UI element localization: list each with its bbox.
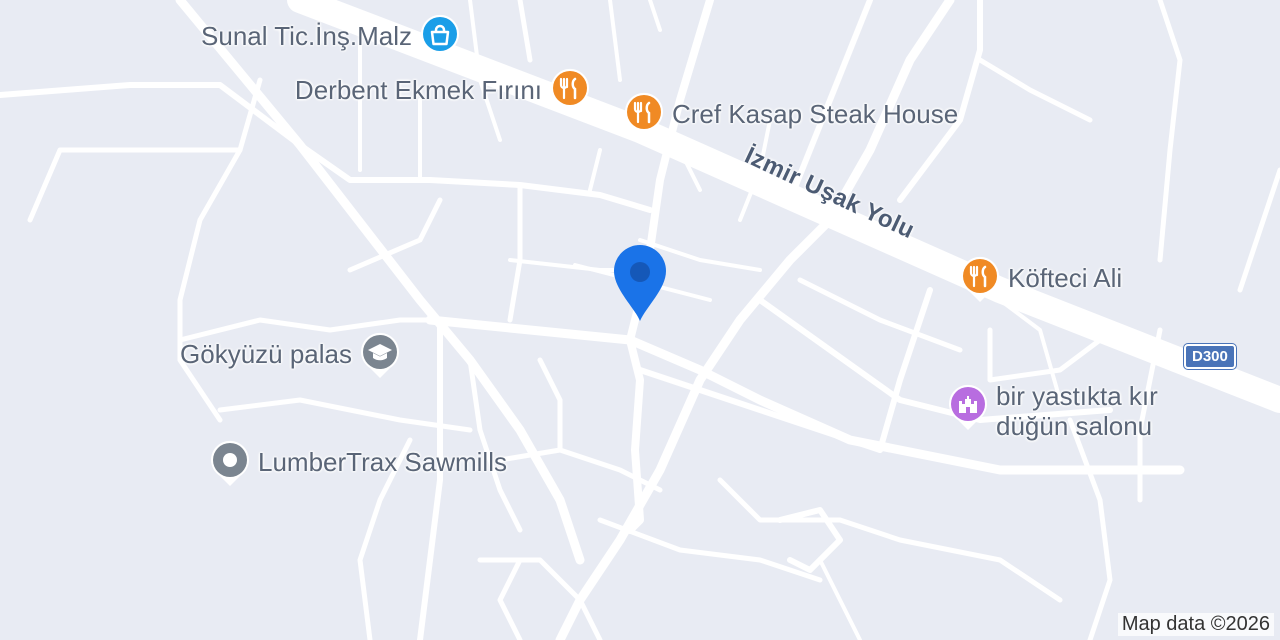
- map-canvas[interactable]: Sunal Tic.İnş.Malz Derbent Ekmek Fırını: [0, 0, 1280, 640]
- poi-label: Gökyüzü palas: [180, 339, 352, 370]
- fork-knife-icon[interactable]: [622, 90, 666, 140]
- shopping-bag-icon[interactable]: [418, 12, 462, 62]
- poi-kofteci-ali[interactable]: Köfteci Ali: [958, 254, 1122, 304]
- fork-knife-icon[interactable]: [548, 66, 592, 116]
- route-shield: D300: [1184, 344, 1236, 369]
- poi-sunal[interactable]: Sunal Tic.İnş.Malz: [201, 12, 462, 62]
- poi-derbent-ekmek[interactable]: Derbent Ekmek Fırını: [295, 66, 592, 116]
- circle-pin-icon[interactable]: [208, 438, 252, 488]
- poi-gokyuzu-palas[interactable]: Gökyüzü palas: [180, 330, 402, 380]
- poi-label: Cref Kasap Steak House: [672, 99, 959, 130]
- poi-cref-kasap[interactable]: Cref Kasap Steak House: [622, 90, 958, 140]
- poi-label-line1: bir yastıkta kır: [996, 381, 1158, 411]
- poi-label: Sunal Tic.İnş.Malz: [201, 21, 412, 52]
- poi-label: Köfteci Ali: [1008, 263, 1123, 294]
- location-pin-icon[interactable]: [612, 245, 668, 323]
- castle-icon[interactable]: [946, 382, 990, 432]
- poi-label: LumberTrax Sawmills: [258, 447, 507, 478]
- poi-label-block: bir yastıkta kır düğün salonu: [996, 381, 1158, 442]
- poi-label: Derbent Ekmek Fırını: [294, 75, 542, 106]
- poi-label-line2: düğün salonu: [996, 410, 1153, 441]
- graduation-cap-icon[interactable]: [358, 330, 402, 380]
- map-attribution: Map data ©2026: [1117, 613, 1274, 636]
- poi-dugun-salonu[interactable]: bir yastıkta kır düğün salonu: [946, 381, 1158, 442]
- fork-knife-icon[interactable]: [958, 254, 1002, 304]
- poi-lumbertrax[interactable]: LumberTrax Sawmills: [208, 438, 507, 488]
